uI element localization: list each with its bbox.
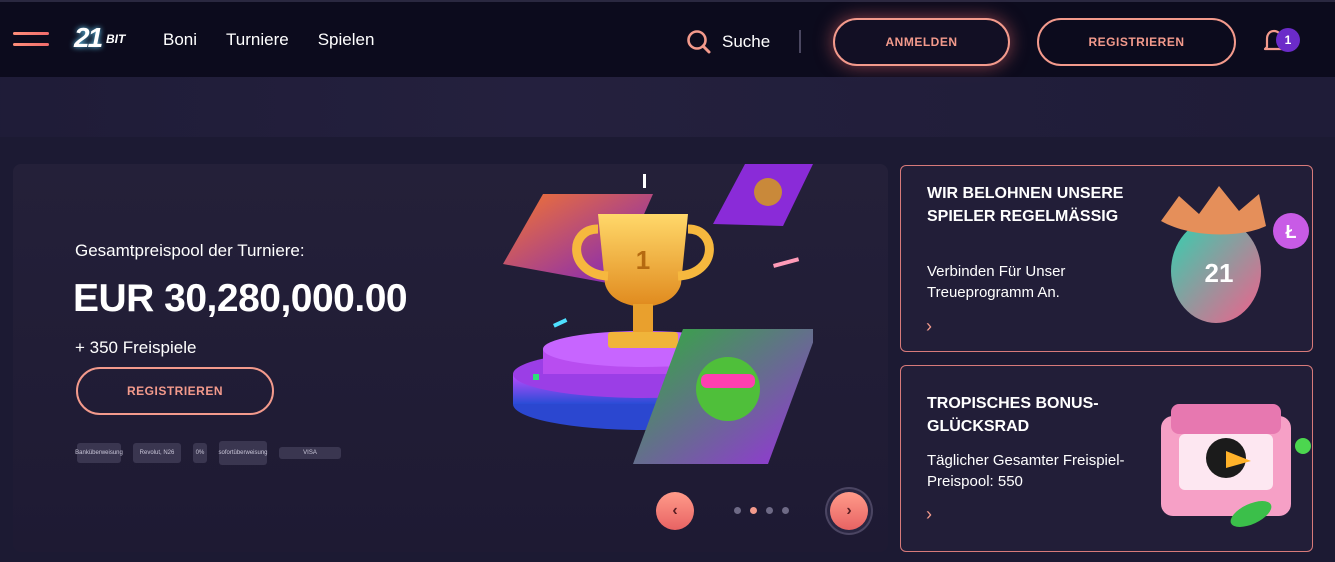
carousel-dot[interactable] (782, 507, 789, 514)
sofort-logo: sofortüberweisung (218, 441, 268, 465)
search-label: Suche (722, 32, 771, 51)
hero-banner: Gesamtpreispool der Turniere: EUR 30,280… (13, 164, 888, 552)
search-button[interactable]: Suche (686, 29, 770, 55)
carousel-dot[interactable] (766, 507, 773, 514)
free-spins-text: + 350 Freispiele (75, 338, 197, 357)
payment-logos: Banküberweisung Revolut, N26 0% sofortüb… (75, 441, 341, 465)
slot-machine-illustration (1161, 404, 1311, 527)
trophy-illustration: 1 (503, 164, 813, 464)
bonus-wheel-promo-card[interactable]: TROPISCHES BONUS-GLÜCKSRAD Täglicher Ges… (900, 365, 1313, 552)
carousel-next-button[interactable]: › (830, 492, 868, 530)
site-logo[interactable]: 21 BIT (74, 22, 140, 56)
header-divider (799, 30, 801, 53)
logo-text: BIT (106, 32, 126, 46)
top-header: 21 BIT Boni Turniere Spielen Suche ANMEL… (0, 0, 1335, 77)
login-button[interactable]: ANMELDEN (833, 18, 1010, 66)
carousel-dots (734, 507, 789, 514)
zero-percent-logo: 0% (193, 443, 207, 463)
nav-spielen[interactable]: Spielen (318, 30, 375, 50)
nav-turniere[interactable]: Turniere (226, 30, 289, 50)
loyalty-promo-card[interactable]: WIR BELOHNEN UNSERE SPIELER REGELMÄSSIG … (900, 165, 1313, 352)
coin-label: 21 (1205, 258, 1234, 288)
register-button[interactable]: REGISTRIEREN (1037, 18, 1236, 66)
carousel-dot-active[interactable] (750, 507, 757, 514)
coin-crown-illustration: 21 Ł (1161, 186, 1309, 323)
search-icon (687, 30, 711, 54)
promo-title: WIR BELOHNEN UNSERE SPIELER REGELMÄSSIG (927, 185, 1124, 225)
nav-boni[interactable]: Boni (163, 30, 197, 50)
promo-description: Verbinden Für Unser Treueprogramm An. (927, 263, 1066, 301)
carousel-dot[interactable] (734, 507, 741, 514)
svg-text:1: 1 (636, 245, 650, 275)
chevron-right-icon[interactable]: › (926, 316, 932, 337)
promo-title: TROPISCHES BONUS-GLÜCKSRAD (927, 395, 1099, 435)
svg-text:Ł: Ł (1286, 222, 1297, 242)
revolut-logo: Revolut, N26 (133, 443, 181, 463)
logo-number: 21 (74, 22, 103, 53)
carousel-prev-button[interactable]: ‹ (656, 492, 694, 530)
menu-icon[interactable] (13, 32, 51, 50)
prize-pool-amount: EUR 30,280,000.00 (73, 277, 408, 320)
visa-mastercard-logo: VISA (279, 447, 341, 459)
header-strip (0, 77, 1335, 137)
main-nav: Boni Turniere Spielen (163, 30, 374, 50)
hero-register-button[interactable]: REGISTRIEREN (76, 367, 274, 415)
promo-description: Täglicher Gesamter Freispiel-Preispool: … (927, 452, 1125, 490)
notification-badge: 1 (1276, 28, 1300, 52)
chevron-right-icon[interactable]: › (926, 504, 932, 525)
bank-transfer-logo: Banküberweisung (75, 443, 123, 463)
hero-subtitle: Gesamtpreispool der Turniere: (75, 241, 305, 260)
